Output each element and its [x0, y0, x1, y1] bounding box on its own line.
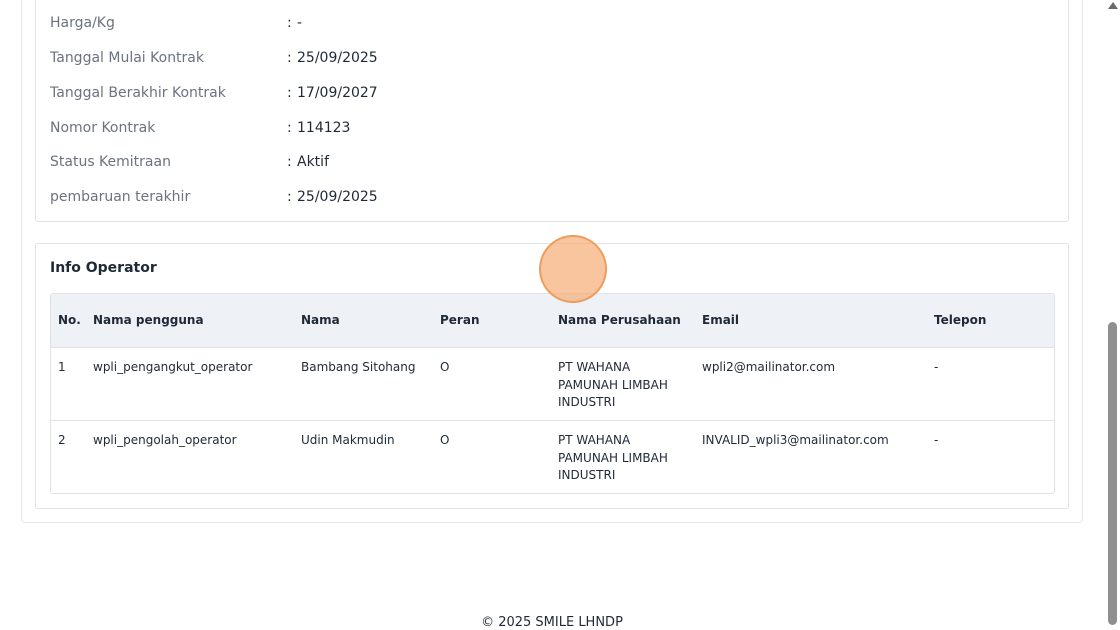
cell-company: PT WAHANA PAMUNAH LIMBAH INDUSTRI: [558, 433, 668, 482]
cell-username: wpli_pengangkut_operator: [93, 360, 253, 374]
table-header: No. Nama pengguna Nama Peran Nama Perusa…: [51, 294, 1054, 348]
column-header-email: Email: [702, 313, 740, 327]
column-header-username: Nama pengguna: [93, 313, 204, 327]
info-value: -: [297, 15, 303, 31]
cell-email: wpli2@mailinator.com: [702, 360, 836, 374]
info-value: 17/09/2027: [297, 85, 378, 101]
cell-no: 2: [58, 433, 66, 447]
info-value: Aktif: [297, 154, 329, 170]
cell-role: O: [440, 433, 450, 447]
footer-copyright: © 2025 SMILE LHNDP: [481, 615, 623, 630]
info-label: Status Kemitraan: [50, 154, 171, 170]
column-header-company: Nama Perusahaan: [558, 313, 681, 327]
info-colon: :: [287, 120, 292, 136]
table-row: 2 wpli_pengolah_operator Udin Makmudin O…: [51, 421, 1054, 493]
cell-username: wpli_pengolah_operator: [93, 433, 237, 447]
column-header-name: Nama: [301, 313, 340, 327]
info-value: 114123: [297, 120, 351, 136]
vertical-scrollbar[interactable]: [1104, 0, 1120, 625]
column-header-role: Peran: [440, 313, 480, 327]
scroll-up-arrow-icon[interactable]: [1108, 2, 1118, 9]
info-label: Tanggal Mulai Kontrak: [50, 50, 204, 66]
cell-email: INVALID_wpli3@mailinator.com: [702, 433, 889, 447]
cell-name: Udin Makmudin: [301, 433, 395, 447]
cell-role: O: [440, 360, 450, 374]
info-value: 25/09/2025: [297, 50, 378, 66]
info-colon: :: [287, 154, 292, 170]
cell-no: 1: [58, 360, 66, 374]
click-indicator: [539, 235, 607, 303]
section-title: Info Operator: [50, 260, 157, 276]
info-value: 25/09/2025: [297, 189, 378, 205]
cell-phone: -: [934, 360, 939, 374]
table-row: 1 wpli_pengangkut_operator Bambang Sitoh…: [51, 348, 1054, 421]
info-label: Harga/Kg: [50, 15, 115, 31]
info-label: Tanggal Berakhir Kontrak: [50, 85, 226, 101]
info-colon: :: [287, 85, 292, 101]
info-colon: :: [287, 189, 292, 205]
cell-name: Bambang Sitohang: [301, 360, 416, 374]
column-header-no: No.: [58, 313, 81, 327]
cell-phone: -: [934, 433, 939, 447]
info-colon: :: [287, 15, 292, 31]
cell-company: PT WAHANA PAMUNAH LIMBAH INDUSTRI: [558, 360, 668, 409]
scrollbar-thumb[interactable]: [1108, 322, 1117, 625]
info-label: pembaruan terakhir: [50, 189, 191, 205]
info-colon: :: [287, 50, 292, 66]
info-label: Nomor Kontrak: [50, 120, 156, 136]
column-header-phone: Telepon: [934, 313, 987, 327]
operator-table: No. Nama pengguna Nama Peran Nama Perusa…: [50, 293, 1055, 494]
